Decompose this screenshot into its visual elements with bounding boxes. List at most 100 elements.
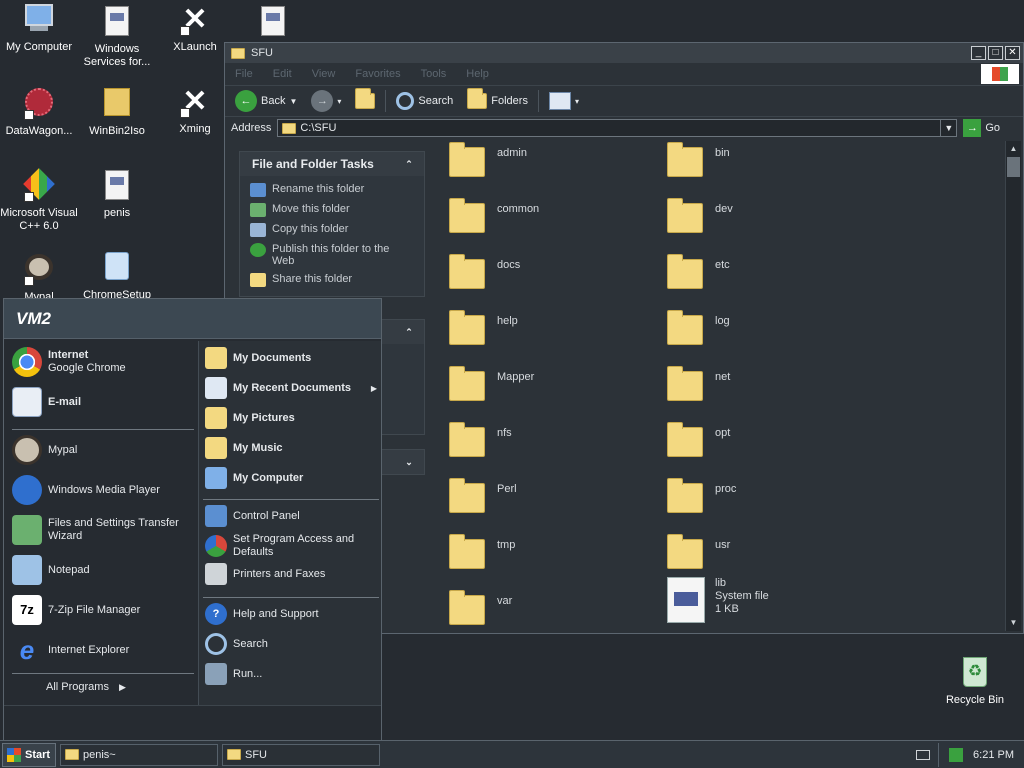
expand-icon[interactable]: ⌄ — [402, 455, 416, 469]
task-share-folder[interactable]: Share this folder — [240, 270, 424, 290]
up-folder-button[interactable] — [351, 88, 379, 111]
start-button[interactable]: Start — [2, 742, 56, 767]
all-programs-button[interactable]: All Programs ▶ — [46, 681, 126, 693]
task-move-folder[interactable]: Move this folder — [240, 200, 424, 220]
menu-view[interactable]: View — [312, 68, 336, 80]
desktop-icon-windows-services[interactable]: Windows Services for... — [78, 4, 156, 69]
start-item-recent-documents[interactable]: My Recent Documents ▶ — [205, 377, 377, 399]
scroll-down-arrow[interactable]: ▼ — [1006, 615, 1021, 631]
task-rename-folder[interactable]: Rename this folder — [240, 180, 424, 200]
search-icon — [396, 92, 415, 110]
start-item-help[interactable]: ? Help and Support — [205, 603, 319, 625]
window-titlebar[interactable]: SFU _ □ ✕ — [225, 43, 1023, 63]
notepad-icon — [12, 555, 42, 585]
scroll-thumb[interactable] — [1007, 157, 1020, 177]
folder-item[interactable]: usr — [667, 534, 730, 569]
taskbar-item-penis[interactable]: penis~ — [60, 743, 218, 766]
network-icon[interactable] — [949, 747, 964, 762]
desktop-icon-mypal[interactable]: Mypal — [0, 250, 78, 304]
panel-header[interactable]: File and Folder Tasks ⌃ — [240, 152, 424, 176]
folder-item[interactable]: var — [449, 590, 512, 625]
collapse-icon[interactable]: ⌃ — [402, 157, 416, 171]
vertical-scrollbar[interactable]: ▲ ▼ — [1005, 141, 1021, 631]
desktop-icon-recycle-bin[interactable]: ♻ Recycle Bin — [936, 656, 1014, 707]
start-item-search[interactable]: Search — [205, 633, 268, 655]
menu-favorites[interactable]: Favorites — [355, 68, 400, 80]
collapse-icon[interactable]: ⌃ — [402, 325, 416, 339]
scroll-up-arrow[interactable]: ▲ — [1006, 141, 1021, 157]
folder-icon — [667, 310, 703, 345]
datawagon-icon — [22, 88, 56, 122]
maximize-button[interactable]: □ — [988, 46, 1003, 60]
close-button[interactable]: ✕ — [1005, 46, 1020, 60]
start-item-program-access[interactable]: Set Program Access and Defaults — [205, 533, 375, 559]
folder-item[interactable]: common — [449, 198, 539, 233]
folder-item[interactable]: etc — [667, 254, 730, 289]
go-button[interactable]: → Go — [963, 119, 1000, 137]
start-item-notepad[interactable]: Notepad — [12, 555, 90, 585]
folder-item[interactable]: admin — [449, 142, 527, 177]
folder-icon — [667, 534, 703, 569]
menu-help[interactable]: Help — [466, 68, 489, 80]
start-item-internet-explorer[interactable]: e Internet Explorer — [12, 635, 130, 665]
folder-item[interactable]: net — [667, 366, 730, 401]
start-menu-header: VM2 — [4, 299, 381, 339]
start-item-my-music[interactable]: My Music — [205, 437, 283, 459]
menu-edit[interactable]: Edit — [273, 68, 292, 80]
task-copy-folder[interactable]: Copy this folder — [240, 220, 424, 240]
folder-item[interactable]: proc — [667, 478, 736, 513]
start-item-mypal[interactable]: Mypal — [12, 435, 77, 465]
start-item-internet[interactable]: Internet Google Chrome — [12, 347, 126, 377]
minimize-button[interactable]: _ — [971, 46, 986, 60]
folder-item[interactable]: log — [667, 310, 730, 345]
desktop-icon-visual-cpp[interactable]: Microsoft Visual C++ 6.0 — [0, 168, 78, 233]
folder-item[interactable]: Perl — [449, 478, 517, 513]
clock[interactable]: 6:21 PM — [973, 749, 1014, 761]
window-title: SFU — [251, 47, 273, 59]
folder-item[interactable]: help — [449, 310, 518, 345]
start-item-my-pictures[interactable]: My Pictures — [205, 407, 295, 429]
desktop-icon-penis[interactable]: penis — [78, 168, 156, 220]
folder-icon — [667, 366, 703, 401]
folder-item[interactable]: opt — [667, 422, 730, 457]
taskbar-item-sfu[interactable]: SFU — [222, 743, 380, 766]
forward-button[interactable]: → ▾ — [307, 88, 345, 114]
folder-item[interactable]: tmp — [449, 534, 515, 569]
folders-button[interactable]: Folders — [463, 88, 532, 111]
move-icon — [250, 203, 266, 217]
address-input[interactable]: C:\SFU ▼ — [277, 119, 958, 137]
start-item-transfer-wizard[interactable]: Files and Settings Transfer Wizard — [12, 515, 188, 545]
start-item-wmp[interactable]: Windows Media Player — [12, 475, 160, 505]
keyboard-icon[interactable] — [916, 749, 930, 760]
start-item-email[interactable]: E-mail — [12, 387, 81, 417]
start-item-my-documents[interactable]: My Documents — [205, 347, 311, 369]
start-item-printers[interactable]: Printers and Faxes — [205, 563, 325, 585]
desktop-icon-unnamed-document[interactable] — [234, 4, 312, 43]
go-label: Go — [985, 122, 1001, 134]
folder-item[interactable]: nfs — [449, 422, 512, 457]
start-item-run[interactable]: Run... — [205, 663, 262, 685]
file-item-lib[interactable]: lib System file 1 KB — [667, 577, 769, 623]
task-publish-folder[interactable]: Publish this folder to the Web — [240, 240, 424, 270]
archive-icon — [100, 88, 134, 122]
search-button[interactable]: Search — [392, 90, 457, 112]
desktop-icon-datawagon[interactable]: DataWagon... — [0, 86, 78, 138]
desktop-icon-my-computer[interactable]: My Computer — [0, 4, 78, 54]
folder-item[interactable]: Mapper — [449, 366, 534, 401]
separator — [203, 499, 379, 500]
folder-item[interactable]: docs — [449, 254, 520, 289]
desktop-icon-xming[interactable]: ✕ Xming — [156, 86, 234, 136]
start-item-control-panel[interactable]: Control Panel — [205, 505, 300, 527]
desktop-icon-xlaunch[interactable]: ✕ XLaunch — [156, 4, 234, 54]
start-item-my-computer[interactable]: My Computer — [205, 467, 303, 489]
menu-tools[interactable]: Tools — [421, 68, 447, 80]
back-button[interactable]: ← Back ▼ — [231, 88, 301, 114]
folder-item[interactable]: bin — [667, 142, 730, 177]
folder-item[interactable]: dev — [667, 198, 733, 233]
views-button[interactable]: ▾ — [545, 90, 583, 112]
desktop-icon-winbin2iso[interactable]: WinBin2Iso — [78, 86, 156, 138]
menu-file[interactable]: File — [235, 68, 253, 80]
chevron-down-icon[interactable]: ▼ — [940, 120, 956, 136]
desktop-icon-chromesetup[interactable]: ChromeSetup — [78, 250, 156, 302]
start-item-7zip[interactable]: 7z 7-Zip File Manager — [12, 595, 140, 625]
